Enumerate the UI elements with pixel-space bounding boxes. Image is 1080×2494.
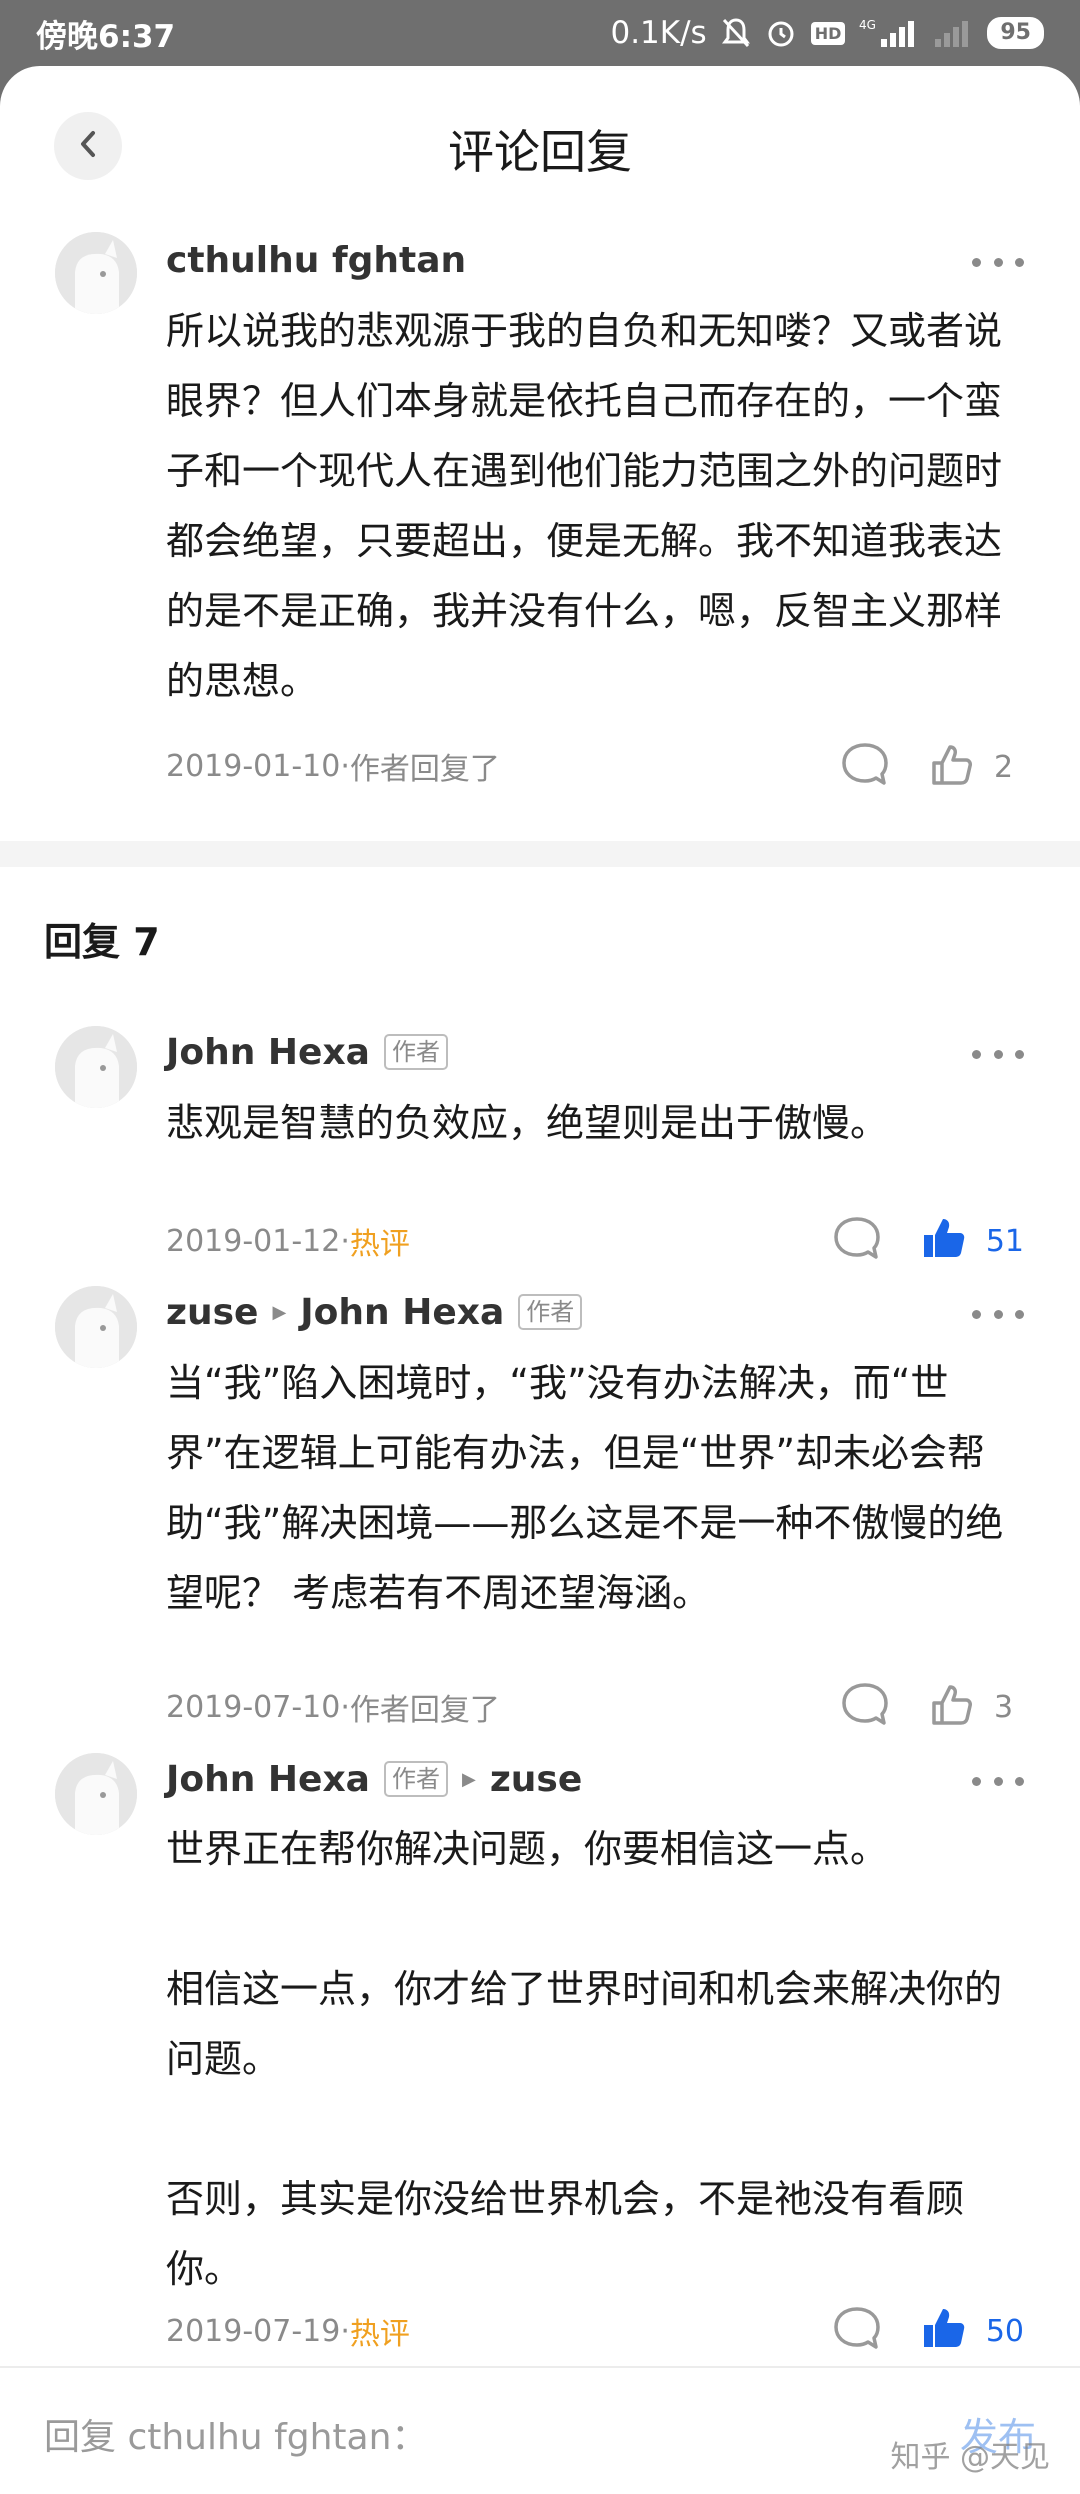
default-avatar-icon	[55, 1753, 137, 1835]
comment-header: cthulhu fghtan	[166, 234, 1040, 286]
like-group[interactable]: 50	[920, 2305, 1024, 2357]
like-count: 50	[985, 2313, 1024, 2349]
status-time: 傍晚6:37	[36, 18, 176, 55]
author-badge: 作者	[383, 1761, 448, 1797]
silent-bell-icon	[721, 17, 751, 49]
avatar[interactable]	[55, 1026, 137, 1108]
reply-date: 2019-01-12	[166, 1223, 341, 1259]
comment-meta: 2019-01-10 · 作者回复了	[166, 741, 500, 791]
thumb-up-icon[interactable]	[928, 1681, 976, 1733]
author-replied-label: 作者回复了	[349, 1693, 500, 1728]
reply-username[interactable]: John Hexa	[166, 1032, 370, 1073]
reply-header: zuse ▶ John Hexa 作者	[166, 1286, 1040, 1338]
hd-icon: HD	[810, 21, 846, 45]
author-badge: 作者	[383, 1034, 448, 1070]
default-avatar-icon	[55, 1026, 137, 1108]
net-speed: 0.1K/s	[610, 15, 707, 51]
reply-actions: 50	[832, 2301, 1024, 2361]
watermark: 知乎 @天见	[890, 2440, 1050, 2475]
reply-to-username[interactable]: John Hexa	[300, 1292, 504, 1333]
like-count: 2	[994, 749, 1014, 785]
reply-actions: 51	[832, 1211, 1024, 1271]
reply-bar: 回复 cthulhu fghtan： 发布 知乎 @天见	[0, 2366, 1080, 2494]
status-icons: 0.1K/s HD 4G 95	[610, 15, 1044, 51]
hot-comment-label: 热评	[349, 2317, 410, 2352]
signal-2-icon	[933, 17, 973, 49]
reply-to-username[interactable]: zuse	[490, 1759, 582, 1800]
reply-date: 2019-07-10	[166, 1689, 341, 1725]
replies-count-title: 回复 7	[44, 920, 160, 964]
thumb-up-filled-icon[interactable]	[920, 2305, 968, 2357]
comment-bubble-icon[interactable]	[840, 741, 890, 793]
signal-icon: 4G	[859, 17, 919, 49]
battery-indicator: 95	[987, 17, 1044, 49]
more-icon[interactable]	[972, 256, 1024, 268]
author-replied-label: 作者回复了	[349, 752, 500, 787]
reply-meta: 2019-01-12 · 热评	[166, 1216, 410, 1266]
reply-input[interactable]: 回复 cthulhu fghtan：	[44, 2408, 427, 2460]
reply-text: 世界正在帮你解决问题，你要相信这一点。 相信这一点，你才给了世界时间和机会来解决…	[166, 1827, 1003, 2291]
reply-header: John Hexa 作者 ▶ zuse	[166, 1753, 1040, 1805]
section-divider	[0, 841, 1080, 867]
comment-bubble-icon[interactable]	[840, 1681, 890, 1733]
avatar[interactable]	[55, 1286, 137, 1368]
header: 评论回复	[0, 66, 1080, 216]
comment-date: 2019-01-10	[166, 748, 341, 784]
reply-text: 当“我”陷入困境时，“我”没有办法解决，而“世界”在逻辑上可能有办法，但是“世界…	[166, 1361, 1004, 1615]
svg-text:4G: 4G	[859, 18, 876, 32]
reply-arrow-icon: ▶	[272, 1301, 287, 1323]
page-title: 评论回复	[448, 125, 632, 179]
reply-text: 悲观是智慧的负效应，绝望则是出于傲慢。	[166, 1101, 889, 1145]
reply-date: 2019-07-19	[166, 2313, 341, 2349]
more-icon[interactable]	[972, 1775, 1024, 1787]
avatar[interactable]	[55, 1753, 137, 1835]
more-icon[interactable]	[972, 1308, 1024, 1320]
default-avatar-icon	[55, 1286, 137, 1368]
reply-header: John Hexa 作者	[166, 1026, 1040, 1078]
comment-bubble-icon[interactable]	[832, 1215, 882, 1267]
thumb-up-icon[interactable]	[928, 741, 976, 793]
hot-comment-label: 热评	[349, 1227, 410, 1262]
author-badge: 作者	[518, 1294, 583, 1330]
reply-actions: 3	[840, 1677, 1024, 1737]
alarm-icon	[765, 17, 797, 49]
comment-username[interactable]: cthulhu fghtan	[166, 240, 466, 281]
like-group[interactable]: 2	[928, 741, 1024, 793]
like-count: 51	[985, 1223, 1024, 1259]
reply-meta: 2019-07-10 · 作者回复了	[166, 1682, 500, 1732]
more-icon[interactable]	[972, 1048, 1024, 1060]
reply-arrow-icon: ▶	[461, 1768, 476, 1790]
thumb-up-filled-icon[interactable]	[920, 1215, 968, 1267]
comment-actions: 2	[840, 737, 1024, 797]
avatar[interactable]	[55, 232, 137, 314]
like-count: 3	[994, 1689, 1014, 1725]
reply-meta: 2019-07-19 · 热评	[166, 2306, 410, 2356]
comment-bubble-icon[interactable]	[832, 2305, 882, 2357]
reply-username[interactable]: zuse	[166, 1292, 258, 1333]
comment-text: 所以说我的悲观源于我的自负和无知喽？又或者说眼界？但人们本身就是依托自己而存在的…	[166, 309, 1003, 703]
like-group[interactable]: 51	[920, 1215, 1024, 1267]
reply-username[interactable]: John Hexa	[166, 1759, 370, 1800]
comment-reply-sheet: 评论回复 cthulhu fghtan 所以说我的悲观源于我的自负和无知喽？又或…	[0, 66, 1080, 2494]
like-group[interactable]: 3	[928, 1681, 1024, 1733]
default-avatar-icon	[55, 232, 137, 314]
status-bar: 傍晚6:37 0.1K/s HD 4G 95	[0, 0, 1080, 66]
